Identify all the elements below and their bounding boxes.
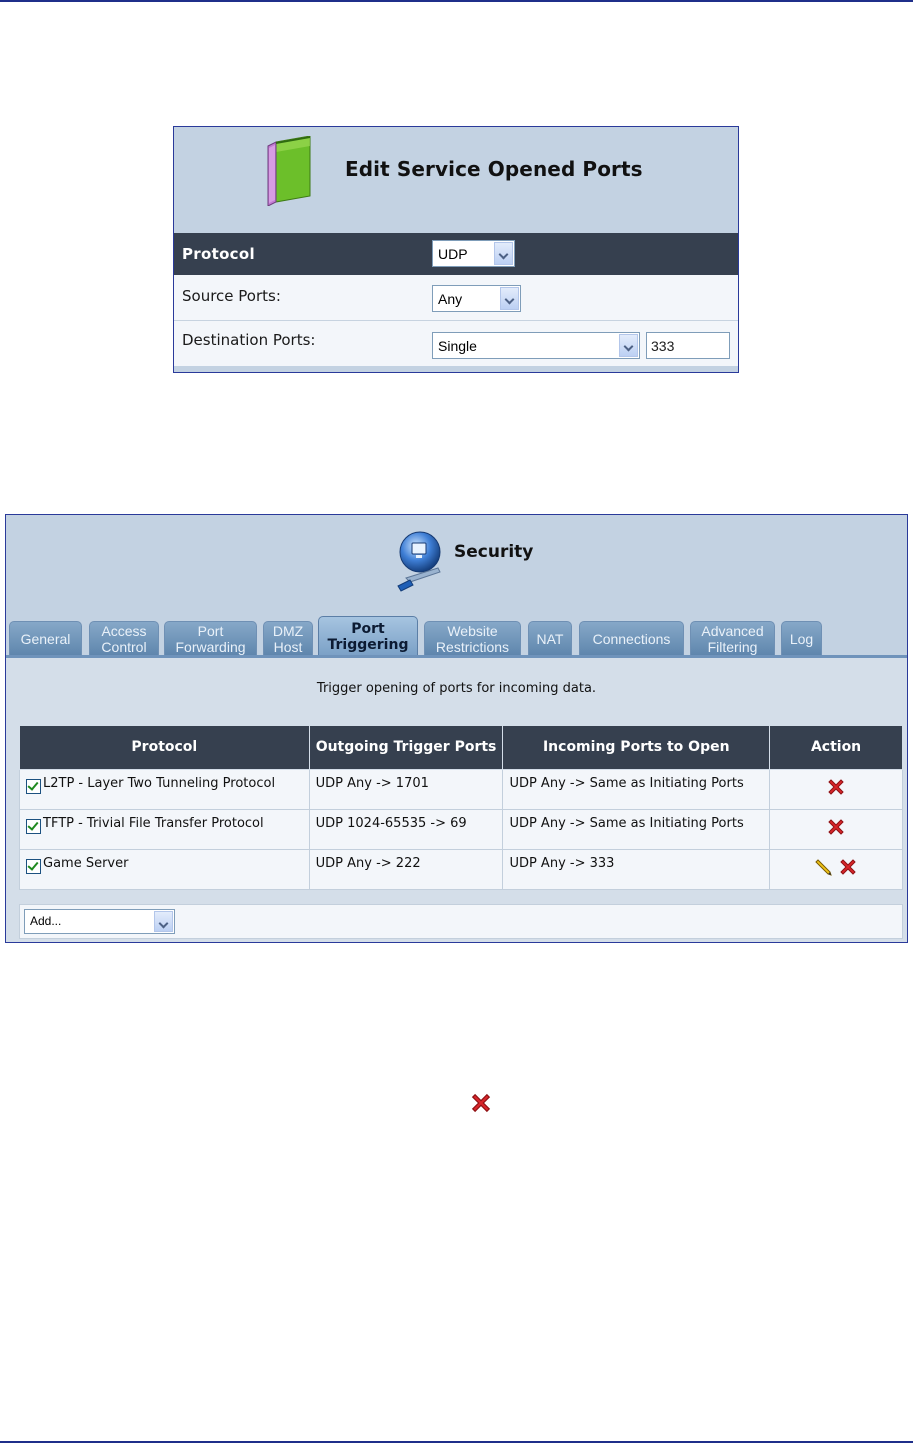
destination-port-input[interactable]: 333 — [646, 332, 730, 359]
tab-website-restrictions[interactable]: Website Restrictions — [424, 621, 521, 655]
table-row: L2TP - Layer Two Tunneling Protocol UDP … — [19, 769, 903, 810]
delete-x-icon[interactable] — [837, 856, 859, 878]
panel-title: Edit Service Opened Ports — [345, 157, 643, 181]
delete-x-icon — [471, 1093, 491, 1113]
column-header-outgoing: Outgoing Trigger Ports — [308, 725, 504, 770]
chevron-down-icon — [500, 287, 519, 310]
port-triggering-content: Trigger opening of ports for incoming da… — [6, 658, 907, 942]
protocol-label: Protocol — [182, 245, 255, 263]
add-select[interactable]: Add... — [24, 909, 175, 934]
panel-header: Edit Service Opened Ports — [174, 127, 738, 233]
tab-log[interactable]: Log — [781, 621, 822, 655]
page-description: Trigger opening of ports for incoming da… — [316, 681, 597, 696]
pencil-icon[interactable] — [813, 857, 833, 877]
delete-x-icon[interactable] — [825, 776, 847, 798]
outgoing-cell: UDP 1024-65535 -> 69 — [308, 809, 504, 850]
tab-connections[interactable]: Connections — [579, 621, 684, 655]
top-rule — [0, 0, 913, 2]
security-globe-icon — [397, 531, 441, 592]
protocol-row: Protocol UDP — [174, 233, 738, 275]
protocol-cell: L2TP - Layer Two Tunneling Protocol — [19, 769, 310, 810]
source-ports-select[interactable]: Any — [432, 285, 521, 312]
tab-nat[interactable]: NAT — [528, 621, 572, 655]
incoming-cell: UDP Any -> 333 — [502, 849, 771, 890]
tab-access-control[interactable]: Access Control — [89, 621, 159, 655]
chevron-down-icon — [619, 334, 638, 357]
protocol-cell: TFTP - Trivial File Transfer Protocol — [19, 809, 310, 850]
enable-checkbox[interactable] — [26, 819, 41, 834]
enable-checkbox[interactable] — [26, 779, 41, 794]
tab-port-forwarding[interactable]: Port Forwarding — [164, 621, 257, 655]
destination-ports-row: Destination Ports: Single 333 — [174, 321, 738, 366]
protocol-name: Game Server — [43, 856, 129, 871]
add-select-value: Add... — [30, 914, 62, 928]
source-ports-label: Source Ports: — [182, 287, 281, 305]
port-triggering-table: Protocol Outgoing Trigger Ports Incoming… — [19, 725, 903, 890]
security-title: Security — [454, 542, 534, 562]
outgoing-cell: UDP Any -> 222 — [308, 849, 504, 890]
incoming-cell: UDP Any -> Same as Initiating Ports — [502, 769, 771, 810]
security-panel: Security General Access Control Port For… — [5, 514, 908, 943]
tab-bar: General Access Control Port Forwarding D… — [6, 613, 907, 657]
book-icon — [267, 136, 311, 206]
protocol-name: L2TP - Layer Two Tunneling Protocol — [43, 776, 276, 791]
action-cell — [769, 849, 903, 890]
incoming-cell: UDP Any -> Same as Initiating Ports — [502, 809, 771, 850]
source-ports-value: Any — [438, 291, 463, 307]
destination-ports-select[interactable]: Single — [432, 332, 640, 359]
destination-ports-label: Destination Ports: — [182, 331, 316, 349]
edit-service-panel: Edit Service Opened Ports Protocol UDP S… — [173, 126, 739, 373]
tab-general[interactable]: General — [9, 621, 82, 655]
action-cell — [769, 769, 903, 810]
protocol-cell: Game Server — [19, 849, 310, 890]
table-row: Game Server UDP Any -> 222 UDP Any -> 33… — [19, 849, 903, 890]
protocol-select-value: UDP — [438, 246, 468, 262]
table-row: TFTP - Trivial File Transfer Protocol UD… — [19, 809, 903, 850]
delete-x-icon[interactable] — [825, 816, 847, 838]
tab-advanced-filtering[interactable]: Advanced Filtering — [690, 621, 775, 655]
outgoing-cell: UDP Any -> 1701 — [308, 769, 504, 810]
enable-checkbox[interactable] — [26, 859, 41, 874]
tab-port-triggering[interactable]: Port Triggering — [318, 616, 418, 656]
column-header-incoming: Incoming Ports to Open — [502, 725, 771, 770]
destination-ports-value: Single — [438, 338, 477, 354]
protocol-name: TFTP - Trivial File Transfer Protocol — [43, 816, 264, 831]
chevron-down-icon — [494, 242, 513, 265]
chevron-down-icon — [154, 911, 173, 932]
column-header-protocol: Protocol — [19, 725, 310, 770]
column-header-action: Action — [769, 725, 903, 770]
protocol-select[interactable]: UDP — [432, 240, 515, 267]
add-row: Add... — [19, 904, 903, 939]
action-cell — [769, 809, 903, 850]
source-ports-row: Source Ports: Any — [174, 275, 738, 321]
tab-dmz-host[interactable]: DMZ Host — [263, 621, 313, 655]
